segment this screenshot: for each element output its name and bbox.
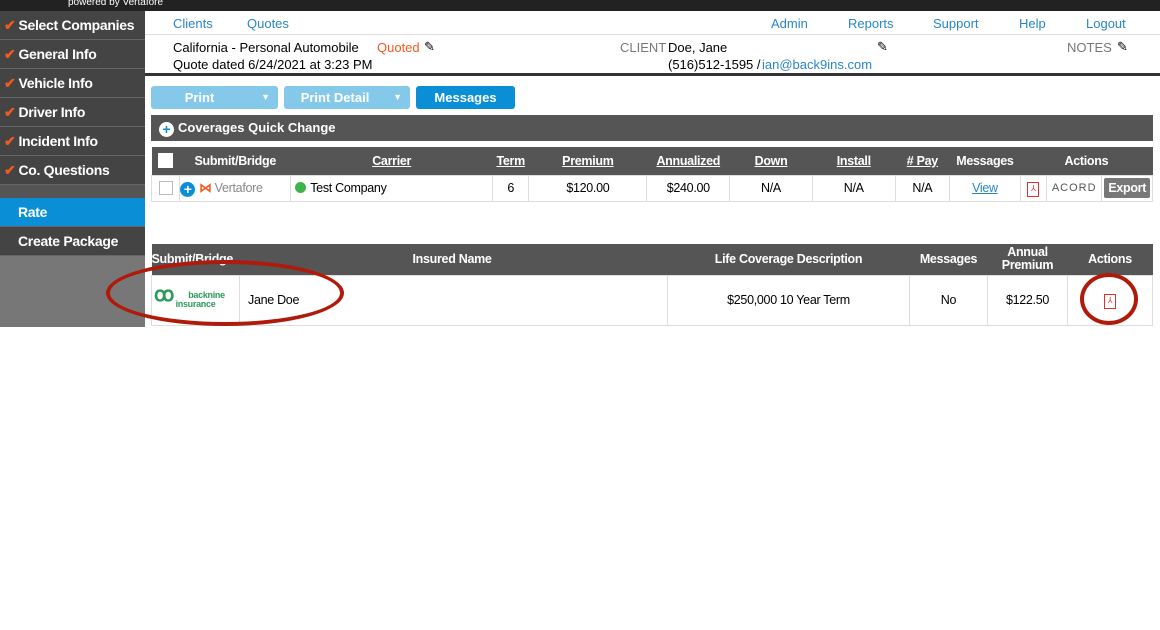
header-messages: Messages — [949, 147, 1021, 175]
top-nav: Clients Quotes Admin Reports Support Hel… — [145, 11, 1160, 35]
sidebar-item-label: Co. Questions — [18, 162, 110, 178]
check-icon: ✔ — [4, 17, 16, 33]
sidebar-item-label: Select Companies — [18, 17, 135, 33]
acord-button[interactable]: ACORD — [1045, 174, 1103, 202]
sidebar-divider — [0, 185, 145, 198]
carrier-name: Test Company — [310, 181, 387, 195]
quick-change-label: Coverages Quick Change — [178, 120, 336, 135]
chevron-down-icon[interactable]: ▼ — [261, 86, 270, 109]
messages-button[interactable]: Messages — [416, 86, 515, 109]
chevron-down-icon[interactable]: ▼ — [393, 86, 402, 109]
auto-quotes-table: Submit/Bridge Carrier Term Premium Annua… — [150, 147, 1153, 202]
print-label: Print — [184, 90, 215, 105]
check-icon: ✔ — [4, 75, 16, 91]
export-button[interactable]: Export — [1104, 178, 1151, 198]
check-icon: ✔ — [4, 133, 16, 149]
header-down[interactable]: Down — [729, 147, 813, 175]
row-checkbox[interactable] — [158, 181, 173, 196]
nav-clients[interactable]: Clients — [173, 16, 213, 31]
quote-title: California - Personal Automobile — [173, 40, 359, 55]
sidebar-item-create-package[interactable]: Create Package — [0, 227, 145, 256]
sidebar-item-label: Driver Info — [18, 104, 86, 120]
action-buttons: Print ▼ Print Detail ▼ Messages — [151, 86, 515, 109]
edit-notes-pencil-icon[interactable]: ✎ — [1117, 39, 1128, 55]
quote-date: Quote dated 6/24/2021 at 3:23 PM — [173, 57, 373, 72]
header-life-coverage: Life Coverage Description — [667, 244, 910, 275]
table-row: + ⋈ Vertafore Test Company 6 $120.00 $240… — [150, 174, 1153, 202]
main-content: Clients Quotes Admin Reports Support Hel… — [145, 11, 1160, 326]
nav-quotes[interactable]: Quotes — [247, 16, 289, 31]
client-email[interactable]: ian@back9ins.com — [762, 57, 872, 72]
annual-premium-value: $122.50 — [987, 274, 1068, 326]
print-button[interactable]: Print ▼ — [151, 86, 278, 109]
powered-by-logo: powered by Vertafore — [68, 0, 164, 8]
sidebar-item-incident-info[interactable]: ✔ Incident Info — [0, 127, 145, 156]
bridge-logo[interactable]: Vertafore — [215, 181, 263, 195]
print-detail-label: Print Detail — [300, 90, 370, 105]
header-actions: Actions — [1020, 147, 1153, 175]
nav-admin[interactable]: Admin — [771, 16, 808, 31]
nav-help[interactable]: Help — [1019, 16, 1046, 31]
edit-pencil-icon[interactable]: ✎ — [424, 39, 435, 55]
nav-reports[interactable]: Reports — [848, 16, 894, 31]
header-actions: Actions — [1067, 244, 1153, 275]
print-detail-button[interactable]: Print Detail ▼ — [284, 86, 410, 109]
status-dot-icon — [295, 182, 307, 193]
premium-value: $120.00 — [528, 174, 648, 202]
header-messages: Messages — [909, 244, 988, 275]
notes-label: NOTES — [1067, 40, 1112, 55]
sidebar-item-select-companies[interactable]: ✔ Select Companies — [0, 11, 145, 40]
client-name: Doe, Jane — [668, 40, 728, 55]
sidebar-item-driver-info[interactable]: ✔ Driver Info — [0, 98, 145, 127]
header-install[interactable]: Install — [812, 147, 896, 175]
coverages-quick-change[interactable]: + Coverages Quick Change — [151, 115, 1153, 141]
check-icon: ✔ — [4, 104, 16, 120]
plus-circle-icon: + — [159, 122, 174, 137]
term-value: 6 — [492, 174, 530, 202]
quote-status: Quoted — [377, 40, 420, 55]
vertafore-logo-icon: ⋈ — [199, 180, 212, 195]
header-annual-premium: Annual Premium — [987, 244, 1068, 275]
check-icon: ✔ — [4, 162, 16, 178]
quote-info: California - Personal Automobile Quoted … — [145, 35, 1160, 76]
down-value: N/A — [729, 174, 813, 202]
sidebar-item-label: General Info — [18, 46, 97, 62]
pay-value: N/A — [894, 174, 951, 202]
expand-plus-icon[interactable]: + — [180, 181, 196, 197]
annualized-value: $240.00 — [646, 174, 731, 202]
sidebar-item-rate[interactable]: Rate — [0, 198, 145, 227]
messages-value: No — [909, 274, 988, 326]
pdf-icon[interactable]: ⅄ — [1027, 181, 1040, 197]
edit-client-pencil-icon[interactable]: ✎ — [877, 39, 888, 55]
coverage-description: $250,000 10 Year Term — [667, 274, 910, 326]
header-carrier[interactable]: Carrier — [290, 147, 493, 175]
header-term[interactable]: Term — [492, 147, 529, 175]
sidebar-item-label: Vehicle Info — [18, 75, 93, 91]
view-messages-link[interactable]: View — [972, 181, 998, 195]
client-label: CLIENT — [620, 40, 667, 55]
sidebar-item-co-questions[interactable]: ✔ Co. Questions — [0, 156, 145, 185]
header-pay[interactable]: # Pay — [895, 147, 950, 175]
install-value: N/A — [811, 174, 896, 202]
nav-logout[interactable]: Logout — [1086, 16, 1126, 31]
top-bar: powered by Vertafore — [0, 0, 1160, 11]
annotation-circle — [1080, 273, 1138, 325]
sidebar-item-general-info[interactable]: ✔ General Info — [0, 40, 145, 69]
header-annualized[interactable]: Annualized — [646, 147, 730, 175]
client-phone: (516)512-1595 / — [668, 57, 761, 72]
check-icon: ✔ — [4, 46, 16, 62]
sidebar-item-vehicle-info[interactable]: ✔ Vehicle Info — [0, 69, 145, 98]
select-all-checkbox[interactable] — [158, 153, 174, 169]
annotation-oval — [106, 260, 344, 326]
nav-support[interactable]: Support — [933, 16, 979, 31]
header-premium[interactable]: Premium — [528, 147, 647, 175]
header-submit-bridge: Submit/Bridge — [179, 147, 291, 175]
sidebar-item-label: Incident Info — [18, 133, 98, 149]
table-header: Submit/Bridge Carrier Term Premium Annua… — [151, 147, 1153, 175]
